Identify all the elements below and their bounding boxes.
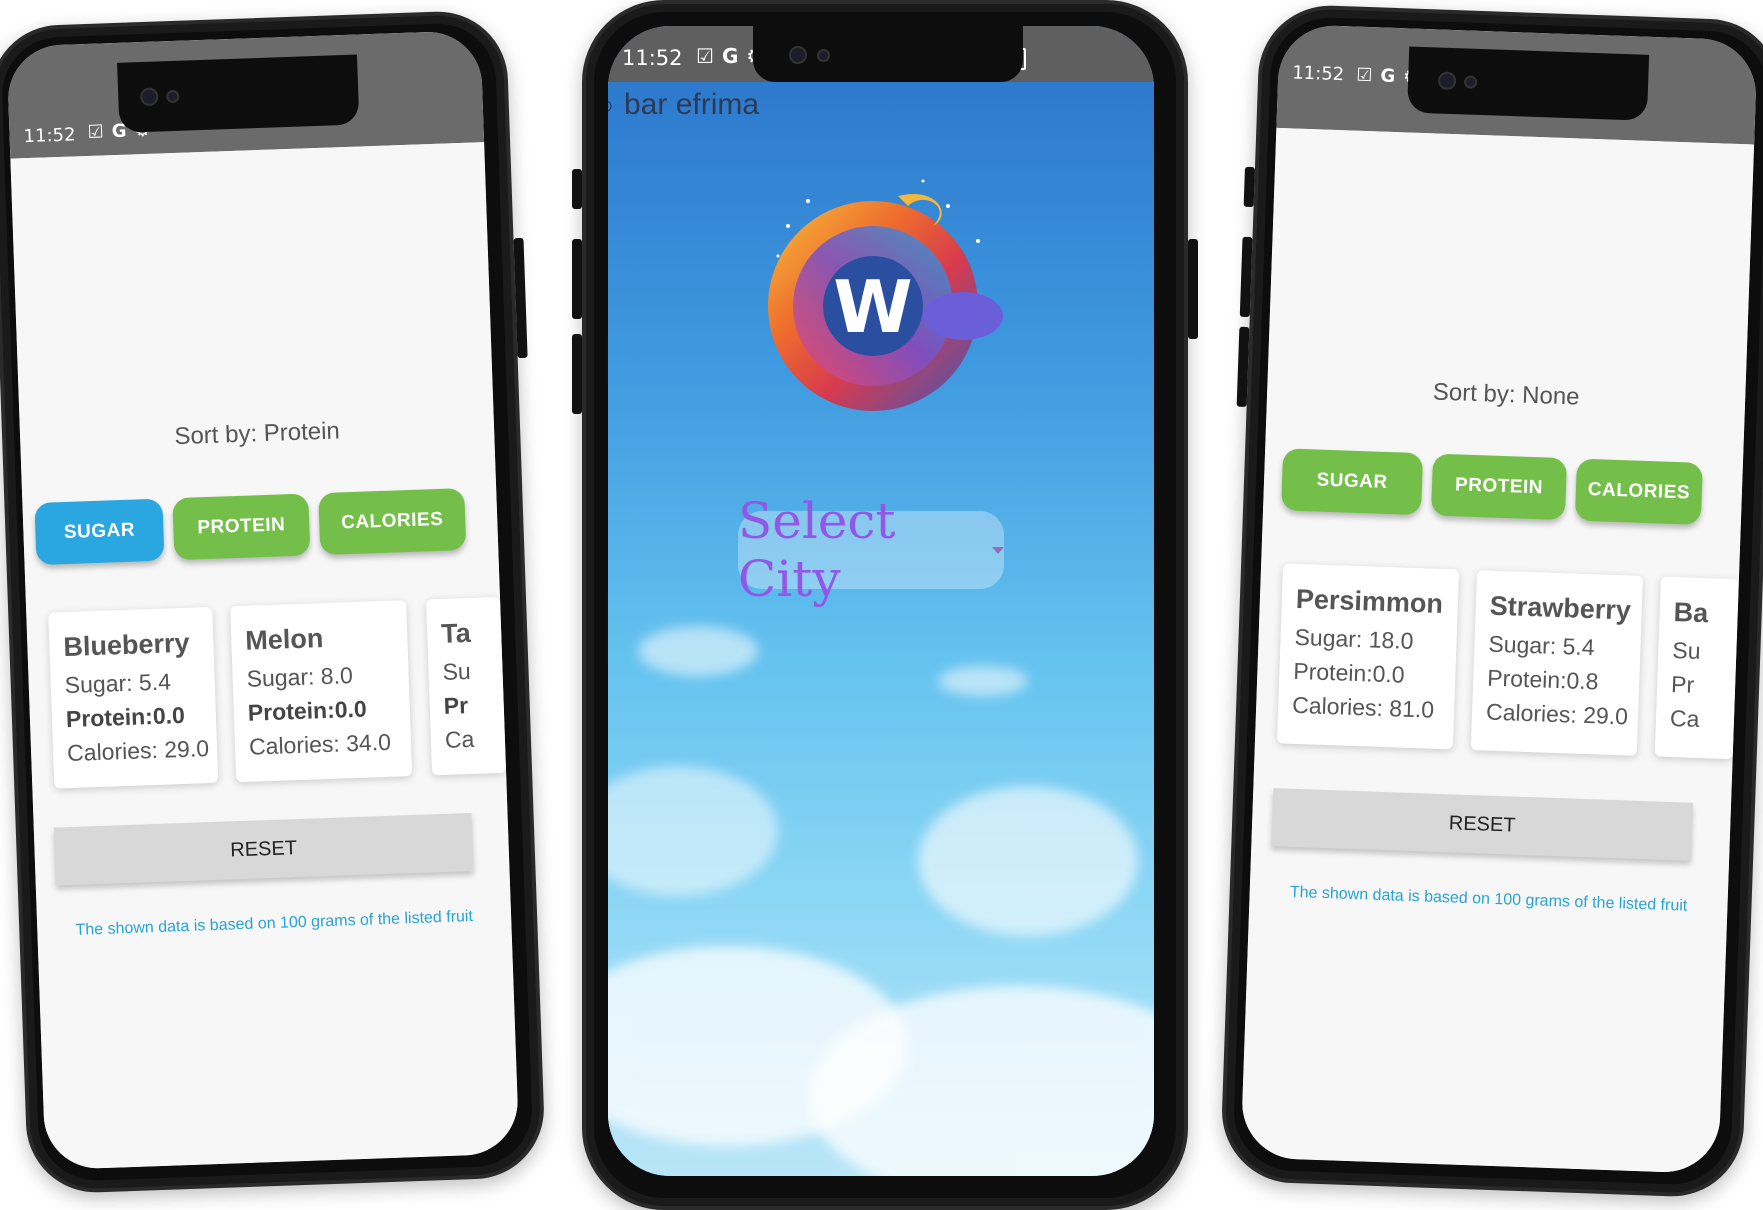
sugar-button[interactable]: SUGAR [1281,448,1424,516]
fruit-protein: Pr [1670,670,1695,698]
cloud [938,666,1028,696]
fruit-card[interactable]: Ta Su Pr Ca [426,596,507,776]
sugar-button[interactable]: SUGAR [34,498,165,566]
fruit-name: Strawberry [1489,590,1632,626]
fruit-name: Melon [244,623,324,656]
fruit-protein: Protein:0.8 [1486,664,1599,695]
fruit-calories: Calories: 29.0 [66,735,210,767]
fruit-sugar: Sugar: 8.0 [246,662,354,692]
fruit-protein: Protein:0.0 [1292,657,1406,688]
select-city-dropdown[interactable]: Select City [738,492,1004,608]
fruit-calories: Calories: 34.0 [248,728,392,760]
power-button [1188,239,1198,339]
fruit-calories: Calories: 81.0 [1291,691,1435,723]
check-icon: ☑ [1355,64,1373,87]
google-icon: G [721,44,739,68]
fruit-card[interactable]: Ba Su Pr Ca [1654,576,1739,760]
right-phone: 11:52 ☑ G ⚙ Sort by: None SUGAR PROTEIN … [1219,3,1763,1199]
calories-button[interactable]: CALORIES [1574,458,1703,525]
content-area: Sort by: Protein SUGAR PROTEIN CALORIES … [10,142,520,1171]
fruit-sugar: Sugar: 5.4 [1488,630,1596,661]
fruit-name: Ba [1673,597,1709,629]
google-icon: G [1380,65,1396,87]
check-icon: ☑ [696,44,714,68]
protein-button[interactable]: PROTEIN [172,493,311,561]
fruit-card[interactable]: Strawberry Sugar: 5.4 Protein:0.8 Calori… [1470,570,1643,756]
fruit-name: Blueberry [62,627,190,663]
right-screen: 11:52 ☑ G ⚙ Sort by: None SUGAR PROTEIN … [1240,23,1758,1174]
fruit-name: Ta [440,617,472,649]
fruit-sugar: Su [442,657,472,685]
sort-label: Sort by: Protein [173,417,341,451]
sensor-icon [166,89,180,104]
data-note: The shown data is based on 100 grams of … [75,908,474,939]
fruit-sugar: Sugar: 18.0 [1294,623,1414,654]
volume-down-button [1236,326,1250,408]
notch [753,26,1023,82]
left-screen: 11:52 ☑ G ⚙ Sort by: Protein SUGAR PROTE… [6,30,520,1171]
status-time: 11:52 [1291,62,1345,86]
volume-button [572,169,582,209]
cloud [638,626,758,676]
app-title: bar efrima [624,88,760,121]
sort-label: Sort by: None [1432,378,1581,411]
sensor-icon [1463,75,1478,89]
camera-icon [1437,71,1457,91]
fruit-sugar: Su [1671,637,1701,664]
reset-button[interactable]: RESET [53,812,474,886]
status-time: 11:52 [23,124,76,148]
camera-icon [789,46,807,64]
fruit-calories: Calories: 29.0 [1485,698,1629,730]
app-logo: W [768,179,1003,411]
volume-up-button [572,239,582,319]
protein-button[interactable]: PROTEIN [1430,453,1568,521]
volume-up-button [1239,236,1253,318]
fruit-name: Persimmon [1295,583,1444,619]
fruit-card[interactable]: Blueberry Sugar: 5.4 Protein:0.0 Calorie… [48,606,219,789]
center-phone: 11:52 ☑ G ⚙ ○ bar efrima [572,0,1198,1210]
fruit-calories: Ca [1669,704,1700,732]
center-screen: 11:52 ☑ G ⚙ ○ bar efrima [608,26,1154,1176]
cloud [918,786,1138,936]
left-phone: 11:52 ☑ G ⚙ Sort by: Protein SUGAR PROTE… [0,9,547,1195]
fruit-protein: Pr [443,692,469,719]
fruit-sugar: Sugar: 5.4 [64,668,172,699]
fruit-protein: Protein:0.0 [247,695,368,726]
power-button [513,237,528,359]
logo-cloud [923,292,1003,340]
calories-button[interactable]: CALORIES [318,488,467,556]
content-area: Sort by: None SUGAR PROTEIN CALORIES Per… [1240,127,1755,1174]
data-note: The shown data is based on 100 grams of … [1289,883,1688,915]
sensor-icon [817,49,830,62]
reset-button[interactable]: RESET [1271,788,1694,861]
app-bar: ○ bar efrima [608,82,1154,134]
status-time: 11:52 [622,46,683,70]
fruit-calories: Ca [444,725,475,753]
volume-button [1243,166,1255,208]
check-icon: ☑ [87,121,105,143]
dropdown-arrow-icon [992,546,1004,554]
fruit-protein: Protein:0.0 [65,701,186,733]
notch [1406,46,1650,121]
menu-icon[interactable]: ○ [608,90,614,121]
notch [117,54,360,133]
fruit-card[interactable]: Persimmon Sugar: 18.0 Protein:0.0 Calori… [1276,563,1460,750]
fruit-card[interactable]: Melon Sugar: 8.0 Protein:0.0 Calories: 3… [230,600,413,783]
volume-down-button [572,334,582,414]
logo-letter: W [833,265,912,349]
camera-icon [139,87,159,107]
select-city-label: Select City [738,492,896,608]
